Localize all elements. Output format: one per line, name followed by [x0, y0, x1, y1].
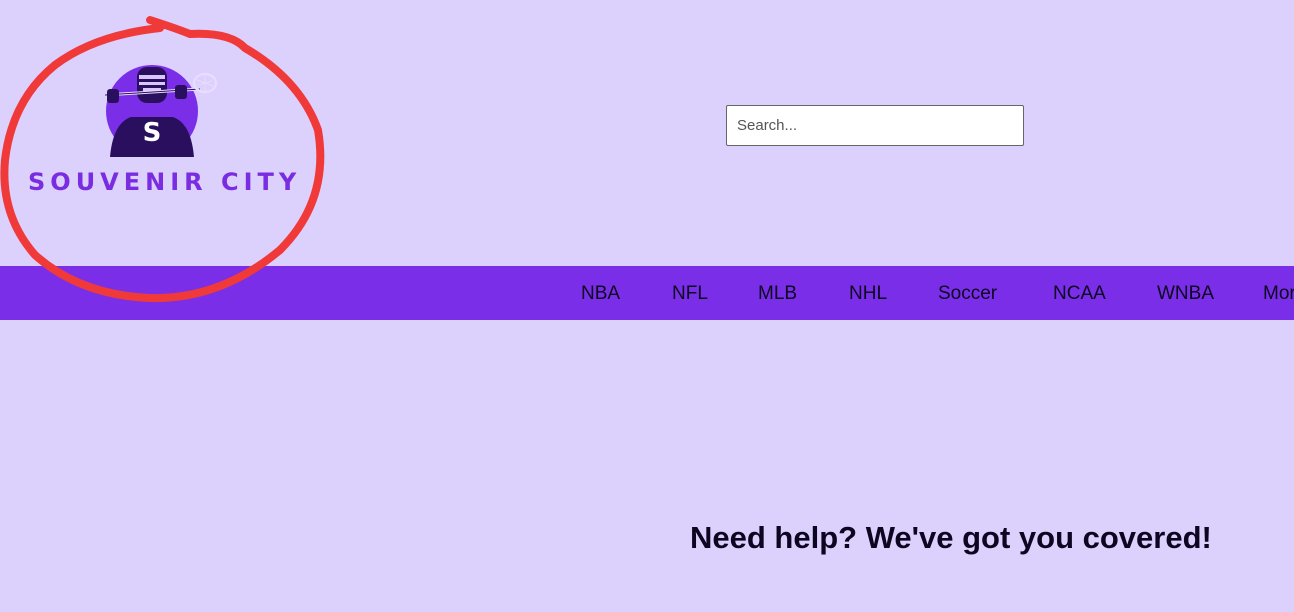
nav-item-wnba[interactable]: WNBA	[1157, 283, 1214, 305]
nav-item-ncaa[interactable]: NCAA	[1053, 283, 1106, 305]
nav-item-nhl[interactable]: NHL	[849, 283, 887, 305]
nav-item-nfl[interactable]: NFL	[672, 283, 708, 305]
help-heading: Need help? We've got you covered!	[690, 520, 1212, 555]
category-navbar: NBA NFL MLB NHL Soccer NCAA WNBA More	[0, 266, 1294, 320]
search-input[interactable]	[726, 105, 1024, 146]
lacrosse-player-logo-icon: S	[105, 65, 218, 157]
nav-item-soccer[interactable]: Soccer	[938, 283, 997, 305]
logo-initial: S	[143, 118, 162, 148]
logo-text: SOUVENIR CITY	[28, 168, 302, 196]
nav-item-mlb[interactable]: MLB	[758, 283, 797, 305]
nav-item-more[interactable]: More	[1263, 283, 1294, 305]
nav-item-nba[interactable]: NBA	[581, 283, 620, 305]
site-logo[interactable]: S SOUVENIR CITY	[20, 55, 300, 205]
